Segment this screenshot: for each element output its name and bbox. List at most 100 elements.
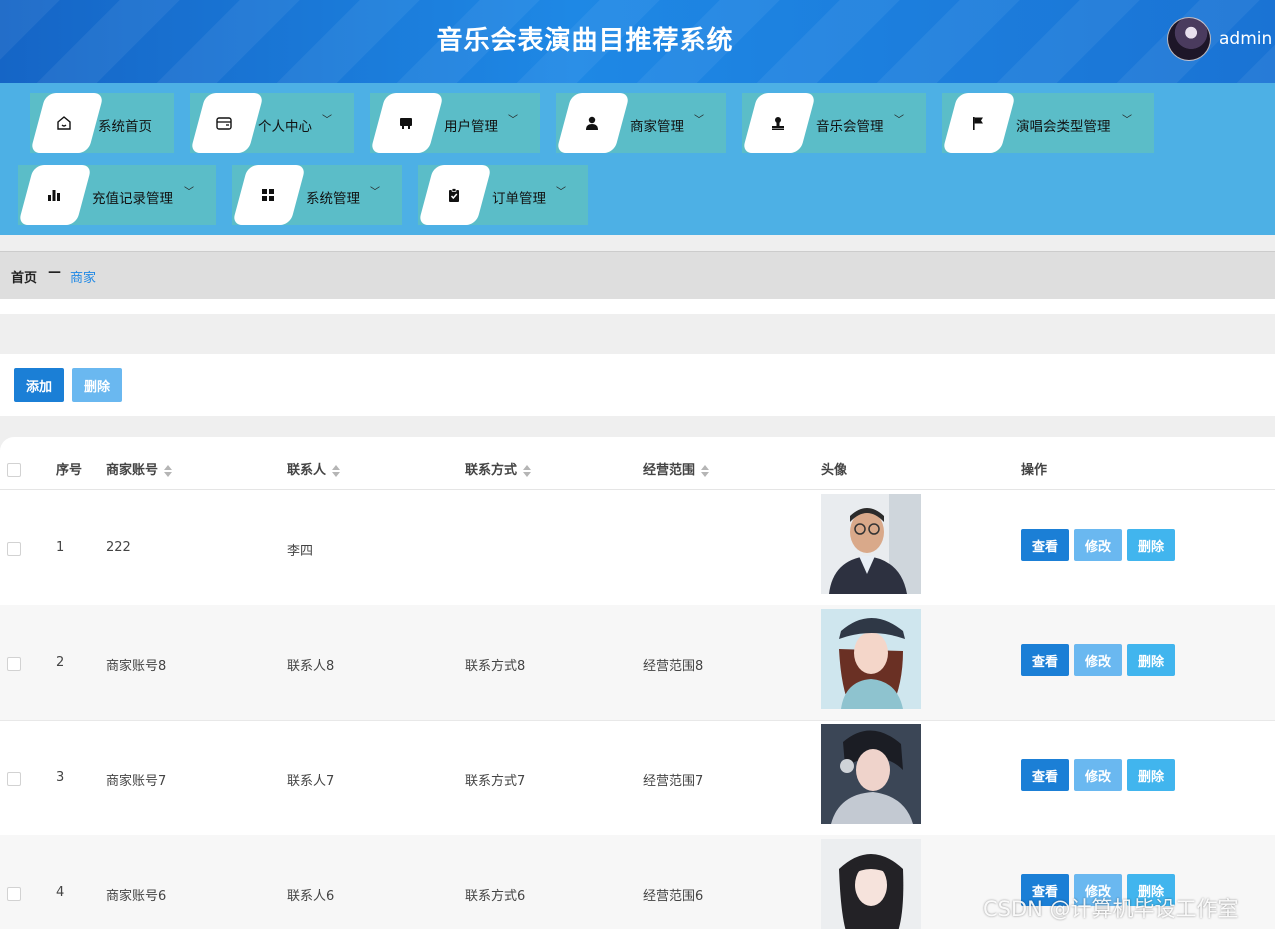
chevron-down-icon: ﹀: [508, 115, 518, 126]
cell-scope: 经营范围8: [643, 659, 704, 674]
chevron-down-icon: ﹀: [184, 187, 194, 198]
nav-item-concert-type-management[interactable]: 演唱会类型管理 ﹀: [942, 93, 1154, 153]
column-scope-label: 经营范围: [643, 463, 696, 478]
breadcrumb: 首页 — 商家: [0, 251, 1275, 300]
breadcrumb-current: 商家: [70, 271, 97, 286]
avatar-photo[interactable]: [821, 494, 921, 594]
cell-index: 1: [56, 540, 65, 555]
cell-index: 4: [56, 885, 65, 900]
batch-delete-button[interactable]: 删除: [72, 368, 122, 402]
nav-item-personal-center[interactable]: 个人中心 ﹀: [190, 93, 354, 153]
chevron-down-icon: ﹀: [322, 115, 332, 126]
nav-item-recharge-records[interactable]: 充值记录管理 ﹀: [18, 165, 216, 225]
home-icon: [52, 111, 76, 135]
sort-icon[interactable]: [164, 464, 173, 477]
nav-item-recharge-records-label: 充值记录管理: [92, 191, 173, 207]
person-icon: [580, 111, 604, 135]
nav-item-home[interactable]: 系统首页: [30, 93, 174, 153]
row-checkbox[interactable]: [7, 887, 21, 901]
cell-phone: 联系方式6: [465, 889, 526, 904]
cell-contact: 李四: [287, 544, 314, 559]
nav-item-personal-center-label: 个人中心: [258, 119, 312, 135]
column-account-label: 商家账号: [106, 463, 159, 478]
user-avatar[interactable]: [1167, 17, 1211, 61]
nav-item-concert-management[interactable]: 音乐会管理 ﹀: [742, 93, 926, 153]
site-title: 音乐会表演曲目推荐系统: [436, 26, 734, 56]
cell-account: 222: [106, 540, 131, 555]
clipboard-check-icon: [442, 183, 466, 207]
nav-item-home-label: 系统首页: [98, 119, 152, 135]
toolbar: 添加 删除: [0, 354, 1275, 416]
cell-index: 3: [56, 770, 65, 785]
chevron-down-icon: ﹀: [556, 187, 566, 198]
delete-button[interactable]: 删除: [1127, 759, 1175, 791]
cell-scope: 经营范围7: [643, 774, 704, 789]
column-account[interactable]: 商家账号: [106, 459, 173, 478]
nav-item-system-management[interactable]: 系统管理 ﹀: [232, 165, 402, 225]
main-nav: 系统首页 个人中心 ﹀ 用户管理 ﹀ 商家管理 ﹀ 音乐会管理 ﹀ 演唱会类型管…: [0, 83, 1275, 235]
edit-button[interactable]: 修改: [1074, 759, 1122, 791]
column-contact[interactable]: 联系人: [287, 459, 341, 478]
table-row: 3 商家账号7 联系人7 联系方式7 经营范围7 查看 修改 删除: [0, 720, 1275, 836]
cell-account: 商家账号7: [106, 774, 167, 789]
user-name[interactable]: admin: [1219, 29, 1272, 49]
column-phone[interactable]: 联系方式: [465, 459, 532, 478]
chevron-down-icon: ﹀: [1122, 115, 1132, 126]
table-header: 序号 商家账号 联系人 联系方式 经营范围 头像 操作: [0, 437, 1275, 490]
breadcrumb-separator: —: [48, 265, 61, 280]
table-row: 1 222 李四 查看 修改 删除: [0, 490, 1275, 606]
nav-item-order-management[interactable]: 订单管理 ﹀: [418, 165, 588, 225]
view-button[interactable]: 查看: [1021, 759, 1069, 791]
nav-item-order-management-label: 订单管理: [492, 191, 546, 207]
chevron-down-icon: ﹀: [370, 187, 380, 198]
column-index: 序号: [56, 463, 83, 478]
nav-item-concert-type-management-label: 演唱会类型管理: [1016, 119, 1111, 135]
merchant-table: 序号 商家账号 联系人 联系方式 经营范围 头像 操作 1 222 李四 查看 …: [0, 437, 1275, 929]
chevron-down-icon: ﹀: [894, 115, 904, 126]
avatar-photo[interactable]: [821, 724, 921, 824]
edit-button[interactable]: 修改: [1074, 644, 1122, 676]
avatar-photo[interactable]: [821, 609, 921, 709]
delete-button[interactable]: 删除: [1127, 529, 1175, 561]
wallet-icon: [212, 111, 236, 135]
cell-contact: 联系人7: [287, 774, 335, 789]
cell-scope: 经营范围6: [643, 889, 704, 904]
nav-item-user-management-label: 用户管理: [444, 119, 498, 135]
sort-icon[interactable]: [523, 464, 532, 477]
column-scope[interactable]: 经营范围: [643, 459, 710, 478]
top-header: 音乐会表演曲目推荐系统 admin: [0, 0, 1275, 83]
delete-button[interactable]: 删除: [1127, 644, 1175, 676]
view-button[interactable]: 查看: [1021, 529, 1069, 561]
cell-contact: 联系人8: [287, 659, 335, 674]
flag-icon: [966, 111, 990, 135]
add-button[interactable]: 添加: [14, 368, 64, 402]
view-button[interactable]: 查看: [1021, 644, 1069, 676]
nav-item-system-management-label: 系统管理: [306, 191, 360, 207]
cell-phone: 联系方式7: [465, 774, 526, 789]
nav-item-merchant-management[interactable]: 商家管理 ﹀: [556, 93, 726, 153]
row-checkbox[interactable]: [7, 542, 21, 556]
chevron-down-icon: ﹀: [694, 115, 704, 126]
grid-icon: [256, 183, 280, 207]
column-contact-label: 联系人: [287, 463, 327, 478]
store-icon: [394, 111, 418, 135]
table-row: 2 商家账号8 联系人8 联系方式8 经营范围8 查看 修改 删除: [0, 605, 1275, 721]
nav-item-concert-management-label: 音乐会管理: [816, 119, 884, 135]
nav-item-user-management[interactable]: 用户管理 ﹀: [370, 93, 540, 153]
sort-icon[interactable]: [332, 464, 341, 477]
cell-account: 商家账号6: [106, 889, 167, 904]
cell-phone: 联系方式8: [465, 659, 526, 674]
stamp-icon: [766, 111, 790, 135]
search-area: [0, 299, 1275, 314]
breadcrumb-home[interactable]: 首页: [11, 267, 37, 286]
row-checkbox[interactable]: [7, 657, 21, 671]
watermark: CSDN @计算机毕设工作室: [983, 897, 1239, 921]
cell-account: 商家账号8: [106, 659, 167, 674]
edit-button[interactable]: 修改: [1074, 529, 1122, 561]
sort-icon[interactable]: [701, 464, 710, 477]
row-checkbox[interactable]: [7, 772, 21, 786]
avatar-photo[interactable]: [821, 839, 921, 929]
column-phone-label: 联系方式: [465, 463, 518, 478]
select-all-checkbox[interactable]: [7, 463, 21, 477]
bar-chart-icon: [42, 183, 66, 207]
